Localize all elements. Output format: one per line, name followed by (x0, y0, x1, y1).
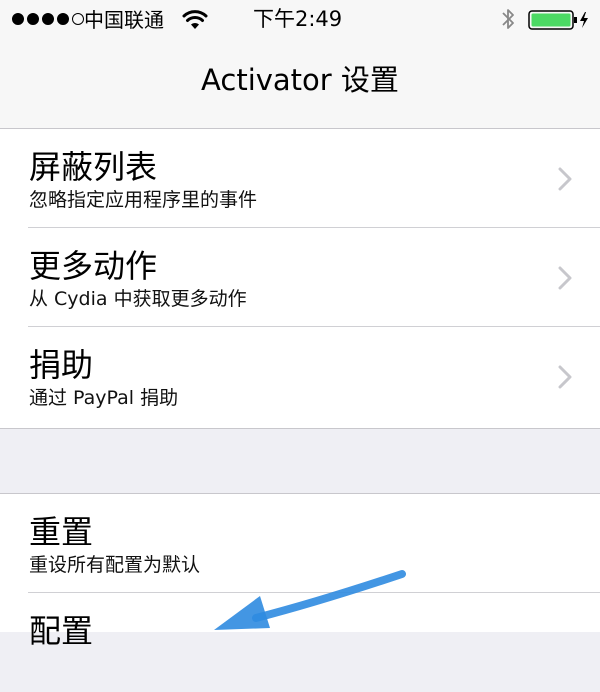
navigation-bar: Activator 设置 (0, 40, 600, 129)
settings-group-1: 屏蔽列表 忽略指定应用程序里的事件 更多动作 从 Cydia 中获取更多动作 捐… (0, 129, 600, 429)
row-title: 更多动作 (29, 247, 158, 285)
row-donate[interactable]: 捐助 通过 PayPal 捐助 (0, 326, 600, 426)
row-subtitle: 重设所有配置为默认 (29, 554, 201, 576)
row-subtitle: 通过 PayPal 捐助 (29, 387, 179, 409)
annotation-arrow (214, 570, 406, 630)
row-subtitle: 从 Cydia 中获取更多动作 (29, 288, 247, 310)
row-blacklist[interactable]: 屏蔽列表 忽略指定应用程序里的事件 (0, 129, 600, 228)
row-title: 配置 (29, 612, 94, 650)
carrier-name: 中国联通 (84, 8, 164, 32)
row-title: 屏蔽列表 (29, 148, 158, 186)
wifi-icon (182, 10, 208, 29)
status-time: 下午2:49 (253, 7, 343, 31)
chevron-right-icon (558, 266, 572, 290)
status-bar: 中国联通 下午2:49 (0, 0, 600, 40)
battery-icon (528, 10, 588, 30)
row-title: 重置 (29, 513, 94, 551)
bluetooth-icon (502, 9, 514, 29)
page-title: Activator 设置 (201, 63, 399, 97)
row-subtitle: 忽略指定应用程序里的事件 (29, 189, 258, 211)
signal-strength-icon (12, 13, 84, 25)
row-more-actions[interactable]: 更多动作 从 Cydia 中获取更多动作 (0, 227, 600, 327)
row-title: 捐助 (29, 346, 94, 384)
chevron-right-icon (558, 365, 572, 389)
chevron-right-icon (558, 167, 572, 191)
